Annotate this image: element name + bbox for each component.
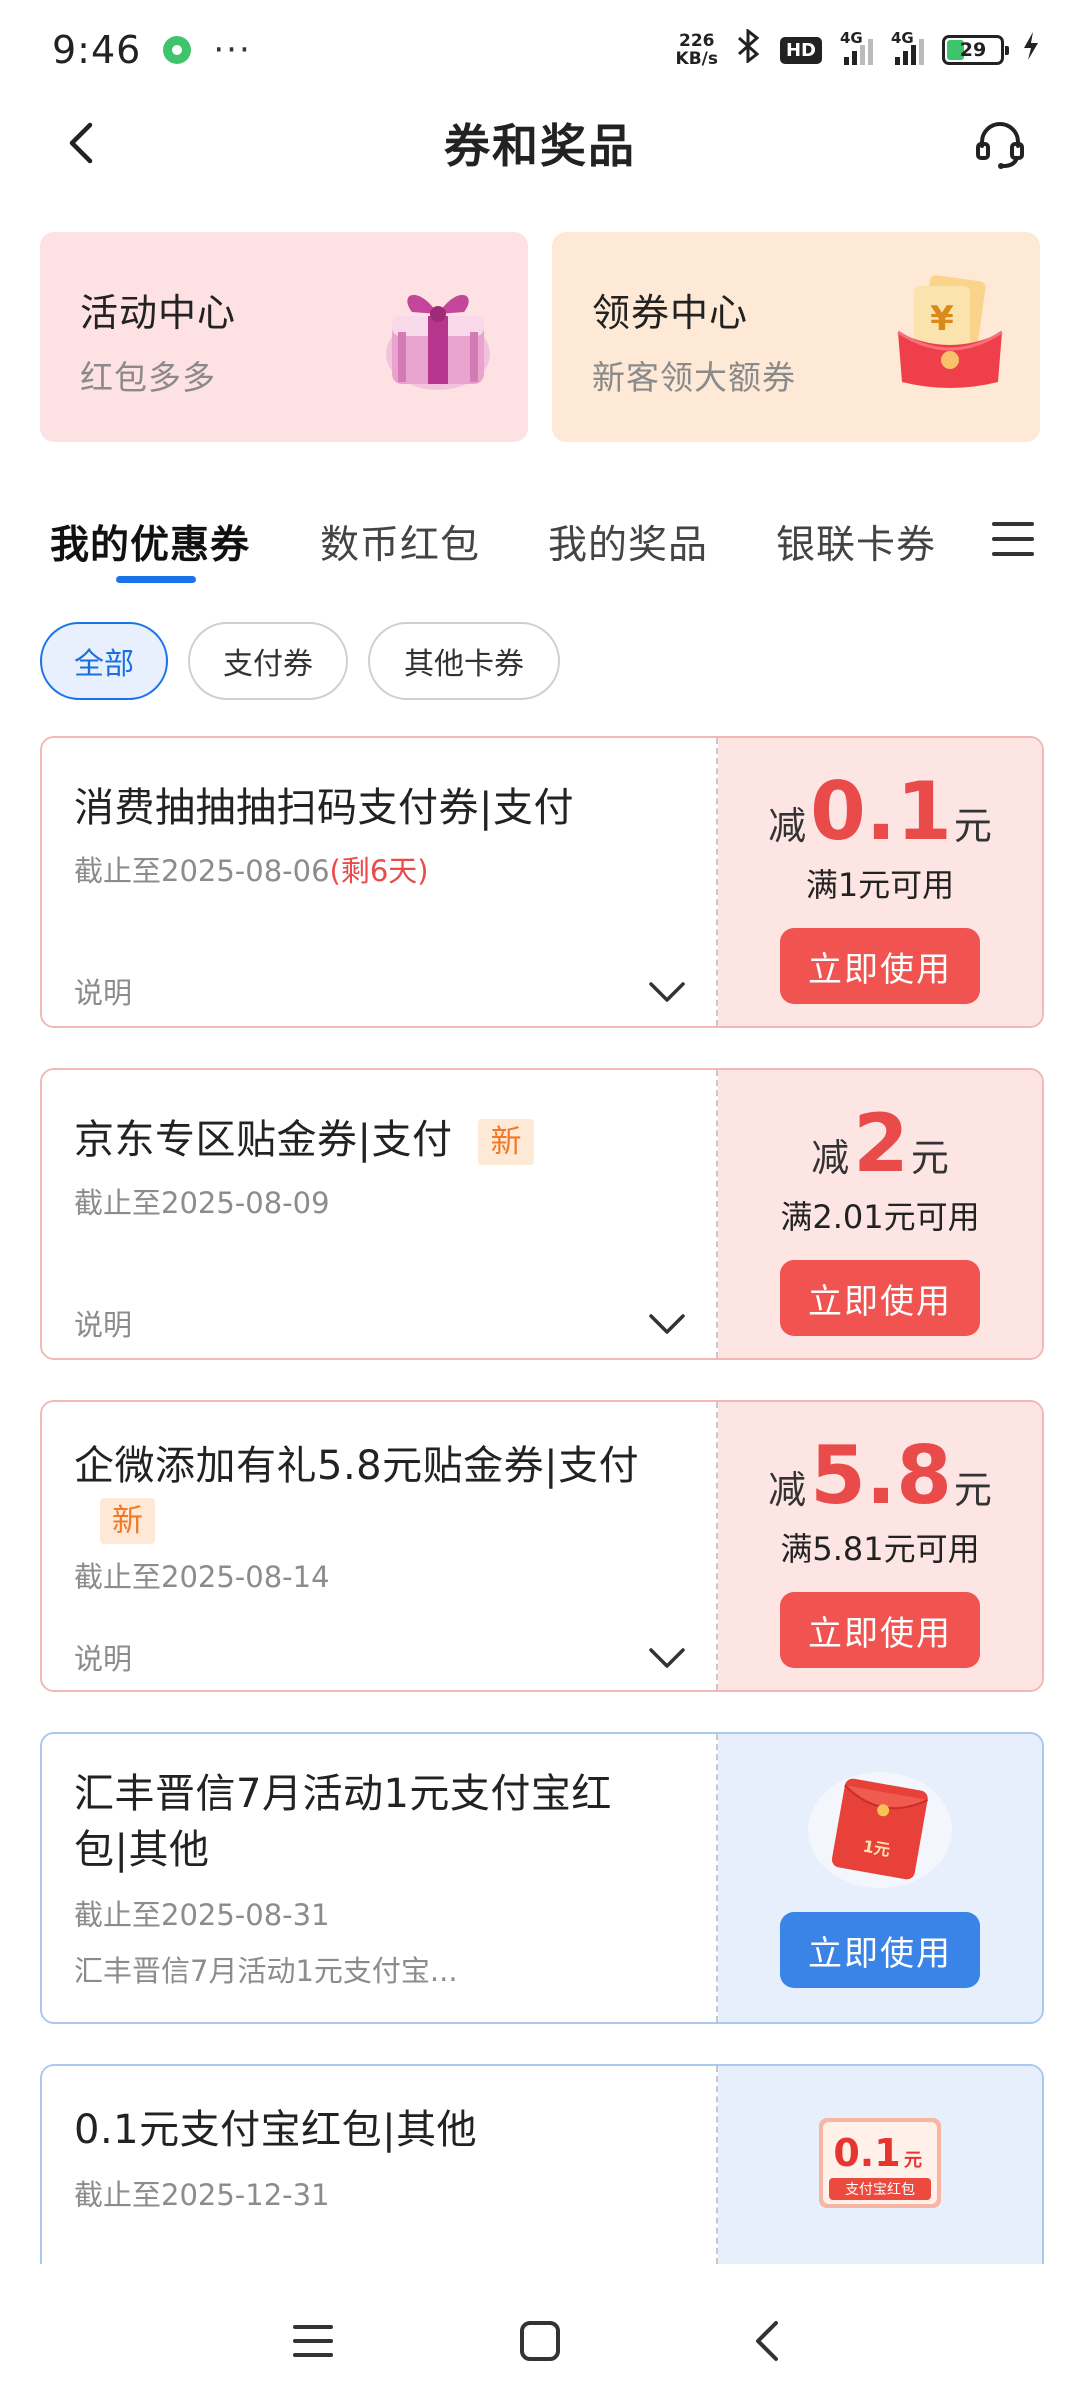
coupon-title: 京东专区贴金券|支付新 bbox=[74, 1112, 716, 1168]
home-button[interactable] bbox=[510, 2311, 570, 2371]
filter-all[interactable]: 全部 bbox=[40, 622, 168, 700]
coupon-condition: 满5.81元可用 bbox=[780, 1530, 980, 1568]
coupon-title: 企微添加有礼5.8元贴金券|支付 bbox=[74, 1443, 640, 1489]
tab-my-coupons[interactable]: 我的优惠券 bbox=[50, 514, 250, 570]
nav-bar: 券和奖品 bbox=[0, 100, 1080, 186]
chevron-down-icon[interactable] bbox=[648, 1646, 686, 1670]
coupon-condition: 满1元可用 bbox=[805, 866, 955, 904]
more-notifications-icon: ··· bbox=[213, 30, 252, 70]
coupon-value-panel: 减2元 满2.01元可用 立即使用 bbox=[718, 1070, 1042, 1358]
active-tab-indicator bbox=[116, 576, 196, 583]
coupon-description-toggle[interactable]: 说明 bbox=[74, 970, 132, 1012]
coupon-description-toggle[interactable]: 说明 bbox=[74, 1636, 132, 1678]
filter-other-cards[interactable]: 其他卡券 bbox=[368, 622, 560, 700]
coupon-title: 消费抽抽抽扫码支付券|支付 bbox=[74, 785, 574, 831]
chevron-left-icon bbox=[69, 122, 93, 164]
svg-text:0.1: 0.1 bbox=[833, 2131, 900, 2175]
signal-strength-icon-2: 4G bbox=[891, 29, 924, 65]
coupon-info: 京东专区贴金券|支付新 截止至2025-08-09 说明 bbox=[42, 1070, 718, 1358]
back-icon bbox=[755, 2321, 778, 2361]
filter-payment-coupon[interactable]: 支付券 bbox=[188, 622, 348, 700]
coupon-amount: 减 5.8 元 bbox=[768, 1429, 992, 1522]
signal-strength-icon: 4G bbox=[840, 29, 873, 65]
coupon-info: 企微添加有礼5.8元贴金券|支付 新 截止至2025-08-14 说明 bbox=[42, 1402, 718, 1690]
customer-service-button[interactable] bbox=[972, 116, 1028, 172]
battery-icon: 29 bbox=[942, 35, 1009, 65]
chevron-down-icon[interactable] bbox=[648, 1312, 686, 1336]
status-time: 9:46 bbox=[52, 28, 142, 72]
coupon-info: 0.1元支付宝红包|其他 截止至2025-12-31 bbox=[42, 2066, 718, 2264]
coupon-title: 汇丰晋信7月活动1元支付宝红 包|其他 bbox=[74, 1771, 612, 1873]
coupon-value-panel: 减 0.1 元 满1元可用 立即使用 bbox=[718, 738, 1042, 1026]
coupon-condition: 满2.01元可用 bbox=[780, 1198, 980, 1236]
coupon-amount: 减2元 bbox=[811, 1097, 949, 1190]
alipay-red-packet-ticket-icon: 0.1 元 支付宝红包 bbox=[819, 2118, 941, 2208]
headset-icon bbox=[976, 122, 1024, 169]
coupon-value-panel: 1元 立即使用 bbox=[718, 1734, 1042, 2022]
use-now-button[interactable]: 立即使用 bbox=[780, 1912, 980, 1988]
tab-menu-icon[interactable] bbox=[990, 516, 1036, 562]
charging-icon bbox=[1022, 31, 1040, 69]
coupon-description: 汇丰晋信7月活动1元支付宝... bbox=[74, 1954, 458, 1988]
red-envelope-yuan-icon: ¥ bbox=[897, 275, 1003, 388]
red-envelope-icon: 1元 bbox=[808, 1772, 952, 1888]
coupon-list: 消费抽抽抽扫码支付券|支付 截止至2025-08-06(剩6天) 说明 减 0.1… bbox=[40, 736, 1044, 2304]
coupon-amount: 减 0.1 元 bbox=[768, 765, 992, 858]
use-now-button[interactable]: 立即使用 bbox=[780, 928, 980, 1004]
coupon-center-card[interactable]: 领券中心 新客领大额券 ¥ bbox=[552, 232, 1040, 442]
back-button[interactable] bbox=[56, 118, 106, 168]
hd-voice-icon: HD bbox=[779, 36, 822, 64]
coupon-card[interactable]: 汇丰晋信7月活动1元支付宝红 包|其他 截止至2025-08-31 汇丰晋信7月… bbox=[40, 1732, 1044, 2024]
tab-unionpay-cards[interactable]: 银联卡券 bbox=[776, 514, 936, 570]
coupon-value-panel: 减 5.8 元 满5.81元可用 立即使用 bbox=[718, 1402, 1042, 1690]
coupon-expiry: 截止至2025-08-31 bbox=[74, 1898, 330, 1932]
new-badge: 新 bbox=[478, 1119, 534, 1165]
coupon-remaining-days: (剩6天) bbox=[329, 854, 429, 888]
gift-box-icon bbox=[386, 294, 490, 390]
coupon-expiry: 截止至2025-08-14 bbox=[74, 1560, 330, 1594]
use-now-button[interactable]: 立即使用 bbox=[780, 1592, 980, 1668]
coupon-description-toggle[interactable]: 说明 bbox=[74, 1302, 132, 1344]
app-notification-icon bbox=[163, 36, 192, 64]
coupon-expiry: 截止至2025-12-31 bbox=[74, 2178, 330, 2212]
status-bar: 9:46 ··· 226 KB/s HD 4G 4G 29 bbox=[0, 0, 1080, 100]
coupon-card[interactable]: 消费抽抽抽扫码支付券|支付 截止至2025-08-06(剩6天) 说明 减 0.1… bbox=[40, 736, 1044, 1028]
system-back-button[interactable] bbox=[737, 2311, 797, 2371]
coupon-info: 消费抽抽抽扫码支付券|支付 截止至2025-08-06(剩6天) 说明 bbox=[42, 738, 718, 1026]
use-now-button[interactable]: 立即使用 bbox=[780, 1260, 980, 1336]
promo-row: 活动中心 红包多多 领券中心 新客领大额券 ¥ bbox=[40, 232, 1040, 442]
network-speed: 226 KB/s bbox=[675, 31, 718, 69]
svg-text:元: 元 bbox=[904, 2150, 922, 2171]
chevron-down-icon[interactable] bbox=[648, 980, 686, 1004]
coupon-tabs: 我的优惠券 数币红包 我的奖品 银联卡券 bbox=[0, 496, 1080, 590]
coupon-expiry: 截止至2025-08-09 bbox=[74, 1186, 330, 1220]
coupon-card[interactable]: 京东专区贴金券|支付新 截止至2025-08-09 说明 减2元 满2.01元可… bbox=[40, 1068, 1044, 1360]
coupon-card[interactable]: 0.1元支付宝红包|其他 截止至2025-12-31 0.1 元 支付宝红包 bbox=[40, 2064, 1044, 2264]
system-nav-bar bbox=[0, 2282, 1080, 2400]
coupon-info: 汇丰晋信7月活动1元支付宝红 包|其他 截止至2025-08-31 汇丰晋信7月… bbox=[42, 1734, 718, 2022]
new-badge: 新 bbox=[100, 1498, 155, 1544]
activity-center-card[interactable]: 活动中心 红包多多 bbox=[40, 232, 528, 442]
svg-text:支付宝红包: 支付宝红包 bbox=[845, 2182, 915, 2198]
coupon-value-panel: 0.1 元 支付宝红包 bbox=[718, 2066, 1042, 2264]
svg-text:¥: ¥ bbox=[930, 299, 954, 339]
tab-digital-red-packet[interactable]: 数币红包 bbox=[320, 514, 480, 570]
page-title: 券和奖品 bbox=[444, 119, 636, 173]
coupon-expiry: 截止至2025-08-06(剩6天) bbox=[74, 854, 429, 888]
coupon-title: 0.1元支付宝红包|其他 bbox=[74, 2107, 478, 2153]
tab-my-prizes[interactable]: 我的奖品 bbox=[548, 514, 708, 570]
filter-chips: 全部 支付券 其他卡券 bbox=[40, 622, 560, 700]
bluetooth-icon bbox=[736, 27, 762, 72]
home-square-icon bbox=[519, 2321, 560, 2361]
coupon-card[interactable]: 企微添加有礼5.8元贴金券|支付 新 截止至2025-08-14 说明 减 5.8… bbox=[40, 1400, 1044, 1692]
menu-icon bbox=[293, 2325, 334, 2357]
recent-apps-button[interactable] bbox=[283, 2311, 343, 2371]
